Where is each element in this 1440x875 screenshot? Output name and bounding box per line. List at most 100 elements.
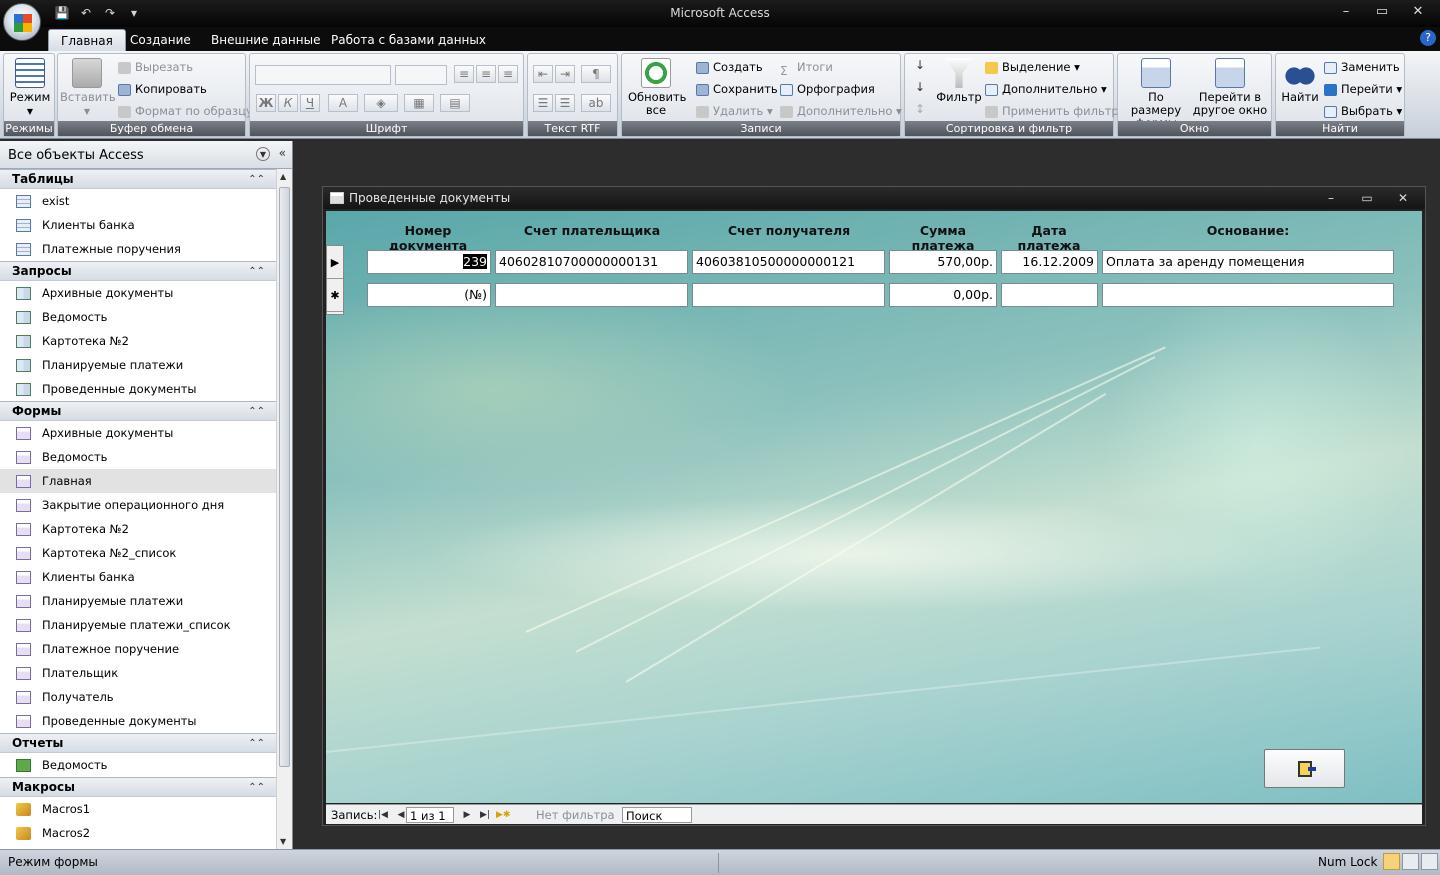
clear-sort-icon[interactable]: ↕ — [910, 101, 930, 119]
find-button[interactable]: Найти — [1278, 58, 1322, 104]
close-button[interactable]: ✕ — [1400, 2, 1436, 22]
nav-item[interactable]: Проведенные документы — [0, 709, 277, 733]
amount-field[interactable]: 570,00р. — [889, 250, 997, 274]
record-position-input[interactable]: 1 из 1 — [406, 807, 454, 823]
nav-item[interactable]: Платежные поручения — [0, 237, 277, 261]
numbering-icon[interactable]: ☰ — [533, 94, 553, 112]
help-icon[interactable]: ? — [1420, 30, 1436, 46]
increase-indent-icon[interactable]: ⇥ — [555, 65, 575, 83]
decrease-indent-icon[interactable]: ⇤ — [533, 65, 553, 83]
nav-item[interactable]: Архивные документы — [0, 421, 277, 445]
toggle-filter-button[interactable]: Применить фильтр — [985, 102, 1119, 120]
nav-item[interactable]: Macros1 — [0, 797, 277, 821]
nav-menu-icon[interactable]: ▼ — [256, 147, 270, 161]
alt-fill-icon[interactable]: ▤ — [440, 94, 470, 112]
select-button[interactable]: Выбрать ▾ — [1324, 102, 1402, 120]
tab-database-tools[interactable]: Работа с базами данных — [319, 29, 498, 51]
collapse-section-icon[interactable]: ⌃⌃ — [248, 402, 265, 421]
nav-item[interactable]: Ведомость — [0, 753, 277, 777]
italic-button[interactable]: К — [278, 94, 298, 112]
spelling-button[interactable]: Орфография — [780, 80, 875, 98]
underline-button[interactable]: Ч — [300, 94, 320, 112]
nav-section-header[interactable]: Отчеты ⌃⌃ — [0, 733, 277, 753]
nav-item[interactable]: Картотека №2_список — [0, 541, 277, 565]
shutter-bar-icon[interactable]: « — [279, 146, 286, 160]
office-button[interactable] — [3, 3, 41, 41]
switch-windows-button[interactable]: Перейти в другое окно — [1190, 58, 1270, 117]
collapse-section-icon[interactable]: ⌃⌃ — [248, 734, 265, 753]
scroll-up-icon[interactable]: ▲ — [280, 172, 286, 181]
font-name-combo[interactable] — [255, 65, 391, 85]
refresh-all-button[interactable]: Обновить все — [625, 58, 687, 117]
nav-item[interactable]: Архивные документы — [0, 281, 277, 305]
nav-item[interactable]: Клиенты банка — [0, 565, 277, 589]
goto-button[interactable]: Перейти ▾ — [1324, 80, 1402, 98]
form-view-icon[interactable] — [1383, 853, 1400, 870]
replace-button[interactable]: Заменить — [1324, 58, 1400, 76]
reason-field[interactable]: Оплата за аренду помещения — [1102, 250, 1394, 274]
nav-section-header[interactable]: Формы ⌃⌃ — [0, 401, 277, 421]
highlight-icon[interactable]: ab — [581, 94, 611, 112]
nav-item[interactable]: Главная — [0, 469, 277, 493]
nav-scrollbar[interactable]: ▲ ▼ — [276, 169, 292, 849]
bullets-icon[interactable]: ☰ — [555, 94, 575, 112]
form-minimize-button[interactable]: – — [1313, 188, 1349, 208]
filter-indicator[interactable]: Нет фильтра — [522, 807, 615, 823]
new-record-nav-icon[interactable]: ▶✱ — [496, 807, 510, 823]
font-size-combo[interactable] — [395, 65, 447, 85]
nav-item[interactable]: Планируемые платежи_список — [0, 613, 277, 637]
sort-descending-icon[interactable]: ↓ — [910, 79, 930, 97]
maximize-button[interactable]: ▭ — [1364, 2, 1400, 22]
tab-create[interactable]: Создание — [118, 29, 203, 51]
scroll-down-icon[interactable]: ▼ — [280, 837, 286, 846]
date-field[interactable]: 16.12.2009 — [1001, 250, 1098, 274]
delete-record-button[interactable]: Удалить ▾ — [696, 102, 773, 120]
next-record-icon[interactable]: ▶ — [460, 807, 474, 823]
font-color-button[interactable]: A — [328, 94, 358, 112]
align-left-icon[interactable]: ≡ — [454, 65, 474, 83]
search-input[interactable]: Поиск — [622, 807, 692, 823]
tab-home[interactable]: Главная — [48, 29, 126, 51]
cut-button[interactable]: Вырезать — [118, 58, 193, 76]
tab-external-data[interactable]: Внешние данные — [199, 29, 332, 51]
new-payer-account-field[interactable] — [495, 283, 688, 307]
nav-scroll-thumb[interactable] — [279, 187, 290, 767]
design-view-icon[interactable] — [1421, 853, 1438, 870]
nav-title[interactable]: Все объекты Access — [8, 148, 144, 163]
nav-item[interactable]: Картотека №2 — [0, 517, 277, 541]
format-painter-button[interactable]: Формат по образцу — [118, 102, 253, 120]
new-date-field[interactable] — [1001, 283, 1098, 307]
nav-item[interactable]: Ведомость — [0, 305, 277, 329]
nav-item[interactable]: Планируемые платежи — [0, 589, 277, 613]
sort-ascending-icon[interactable]: ↓ — [910, 57, 930, 75]
nav-item[interactable]: Планируемые платежи — [0, 353, 277, 377]
nav-section-header[interactable]: Макросы ⌃⌃ — [0, 777, 277, 797]
size-to-fit-button[interactable]: По размеру формы — [1121, 58, 1191, 130]
form-close-button[interactable]: ✕ — [1385, 188, 1421, 208]
copy-button[interactable]: Копировать — [118, 80, 207, 98]
more-records-button[interactable]: Дополнительно ▾ — [780, 102, 902, 120]
current-record-selector[interactable]: ▶ — [327, 246, 343, 279]
nav-item[interactable]: Плательщик — [0, 661, 277, 685]
fill-color-icon[interactable]: ◈ — [364, 94, 398, 112]
payer-account-field[interactable]: 40602810700000000131 — [495, 250, 688, 274]
last-record-icon[interactable]: ▶| — [478, 807, 492, 823]
new-recipient-account-field[interactable] — [692, 283, 885, 307]
nav-item[interactable]: Картотека №2 — [0, 329, 277, 353]
totals-button[interactable]: Σ Итоги — [780, 58, 833, 78]
nav-item[interactable]: Получатель — [0, 685, 277, 709]
collapse-section-icon[interactable]: ⌃⌃ — [248, 778, 265, 797]
recipient-account-field[interactable]: 40603810500000000121 — [692, 250, 885, 274]
exit-button[interactable] — [1264, 749, 1345, 788]
new-amount-field[interactable]: 0,00р. — [889, 283, 997, 307]
nav-item[interactable]: exist — [0, 189, 277, 213]
save-record-button[interactable]: Сохранить — [696, 80, 778, 98]
nav-item[interactable]: Клиенты банка — [0, 213, 277, 237]
nav-section-header[interactable]: Запросы ⌃⌃ — [0, 261, 277, 281]
nav-item[interactable]: Закрытие операционного дня — [0, 493, 277, 517]
view-button[interactable]: Режим ▼ — [7, 58, 53, 118]
align-center-icon[interactable]: ≡ — [476, 65, 496, 83]
advanced-filter-button[interactable]: Дополнительно ▾ — [985, 80, 1107, 98]
collapse-section-icon[interactable]: ⌃⌃ — [248, 262, 265, 281]
collapse-section-icon[interactable]: ⌃⌃ — [248, 170, 265, 189]
